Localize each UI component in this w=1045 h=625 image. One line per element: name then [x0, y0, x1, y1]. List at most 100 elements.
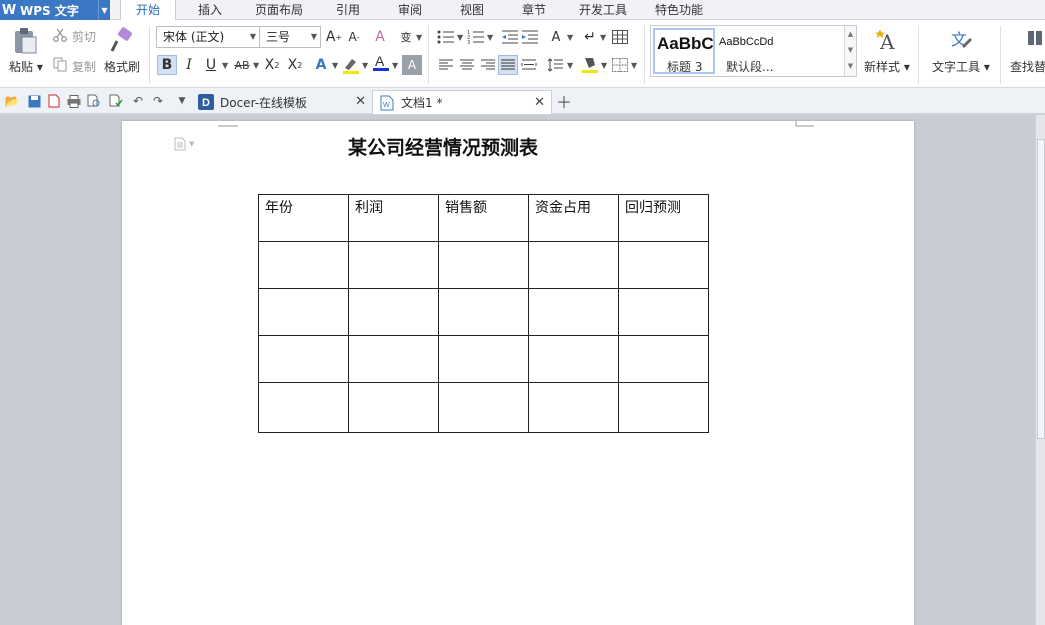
- table-cell[interactable]: [438, 288, 529, 336]
- chevron-down-icon[interactable]: ▼: [601, 61, 607, 70]
- table-icon[interactable]: [610, 27, 630, 47]
- document-menu-icon[interactable]: ▼: [174, 137, 198, 151]
- style-gallery-scroll[interactable]: ▲ ▼ ▼: [844, 26, 856, 76]
- close-icon[interactable]: ✕: [355, 94, 366, 109]
- copy-icon[interactable]: [52, 56, 68, 72]
- table-cell[interactable]: [258, 288, 349, 336]
- chevron-down-icon[interactable]: ▼: [631, 61, 637, 70]
- shading-icon[interactable]: [580, 54, 600, 74]
- table-cell[interactable]: [258, 382, 349, 433]
- line-spacing-icon[interactable]: [546, 55, 566, 75]
- copy-button[interactable]: 复制: [72, 58, 96, 75]
- spell-check-icon[interactable]: [108, 93, 124, 109]
- scissors-icon[interactable]: [52, 27, 68, 43]
- tab-review[interactable]: 审阅: [384, 0, 436, 20]
- chevron-down-icon[interactable]: ▼: [392, 61, 398, 70]
- chevron-down-icon[interactable]: ▼: [98, 0, 110, 20]
- tab-docer-templates[interactable]: D Docer-在线模板 ✕: [192, 90, 372, 114]
- table-cell[interactable]: [618, 241, 709, 289]
- increase-font-icon[interactable]: A +: [324, 27, 344, 47]
- table-cell[interactable]: [528, 241, 619, 289]
- scrollbar-thumb[interactable]: [1037, 139, 1045, 439]
- chevron-down-icon[interactable]: ▼: [845, 42, 856, 58]
- table-cell[interactable]: [618, 335, 709, 383]
- wps-app-button[interactable]: W WPS 文字 ▼: [0, 0, 110, 20]
- cut-button[interactable]: 剪切: [72, 28, 96, 45]
- table-cell[interactable]: [258, 335, 349, 383]
- decrease-indent-icon[interactable]: [500, 27, 520, 47]
- tab-view[interactable]: 视图: [446, 0, 498, 20]
- clear-format-icon[interactable]: A: [370, 27, 390, 47]
- increase-indent-icon[interactable]: [520, 27, 540, 47]
- format-painter-icon[interactable]: [108, 26, 136, 54]
- distribute-icon[interactable]: [519, 55, 539, 75]
- new-tab-plus-icon[interactable]: ＋: [556, 93, 572, 112]
- table-cell[interactable]: [618, 382, 709, 433]
- table-cell[interactable]: [348, 288, 439, 336]
- chevron-down-icon[interactable]: ▼: [487, 33, 493, 42]
- tab-page-layout[interactable]: 页面布局: [248, 0, 310, 20]
- chevron-down-icon[interactable]: ▼: [253, 61, 259, 70]
- customize-toolbar-icon[interactable]: ▼: [174, 93, 190, 109]
- print-icon[interactable]: [66, 93, 82, 109]
- header-cell-regression[interactable]: 回归预测: [618, 194, 709, 242]
- table-cell[interactable]: [438, 335, 529, 383]
- font-color-icon[interactable]: A: [371, 53, 391, 73]
- tab-features[interactable]: 特色功能: [646, 0, 712, 20]
- document-page[interactable]: ▼ 某公司经营情况预测表 年份 利润 销售额 资金占用 回归预测: [122, 121, 914, 625]
- table-cell[interactable]: [258, 241, 349, 289]
- tab-developer[interactable]: 开发工具: [570, 0, 636, 20]
- undo-icon[interactable]: ↶: [130, 93, 146, 109]
- char-shading-icon[interactable]: A: [402, 55, 422, 75]
- forecast-table[interactable]: 年份 利润 销售额 资金占用 回归预测: [258, 194, 709, 433]
- decrease-font-icon[interactable]: A-: [344, 27, 364, 47]
- chevron-down-icon[interactable]: ▼: [362, 61, 368, 70]
- justify-icon[interactable]: [498, 55, 518, 75]
- chevron-up-icon[interactable]: ▲: [845, 26, 856, 42]
- document-title[interactable]: 某公司经营情况预测表: [348, 133, 538, 160]
- paste-icon[interactable]: [10, 26, 40, 56]
- font-name-select[interactable]: 宋体 (正文) ▼: [156, 26, 260, 48]
- redo-icon[interactable]: ↷: [150, 93, 166, 109]
- new-style-button[interactable]: 新样式 ▾: [864, 58, 910, 75]
- font-size-select[interactable]: 三号 ▼: [259, 26, 321, 48]
- export-pdf-icon[interactable]: [46, 93, 62, 109]
- chevron-down-icon[interactable]: ▼: [222, 61, 228, 70]
- chevron-down-icon[interactable]: ▼: [600, 33, 606, 42]
- format-painter-button[interactable]: 格式刷: [104, 58, 140, 75]
- table-cell[interactable]: [438, 241, 529, 289]
- tab-references[interactable]: 引用: [322, 0, 374, 20]
- superscript-icon[interactable]: X2: [262, 55, 282, 75]
- underline-icon[interactable]: U: [201, 55, 221, 75]
- phonetic-guide-icon[interactable]: 变: [396, 27, 416, 47]
- tab-insert[interactable]: 插入: [182, 0, 238, 20]
- table-cell[interactable]: [348, 382, 439, 433]
- chevron-down-icon[interactable]: ▼: [567, 61, 573, 70]
- subscript-icon[interactable]: X2: [285, 55, 305, 75]
- table-cell[interactable]: [618, 288, 709, 336]
- align-center-icon[interactable]: [457, 55, 477, 75]
- open-folder-icon[interactable]: 📂: [4, 93, 20, 109]
- vertical-scrollbar[interactable]: [1035, 115, 1045, 625]
- align-right-icon[interactable]: [478, 55, 498, 75]
- new-style-icon[interactable]: A: [874, 26, 902, 54]
- header-cell-sales[interactable]: 销售额: [438, 194, 529, 242]
- border-icon[interactable]: [610, 55, 630, 75]
- strikethrough-icon[interactable]: AB: [232, 55, 252, 75]
- expand-icon[interactable]: ▼: [845, 58, 856, 74]
- text-effect-icon[interactable]: A: [311, 55, 331, 75]
- align-left-icon[interactable]: [436, 55, 456, 75]
- style-heading3[interactable]: AaBbC 标题 3: [653, 28, 715, 74]
- bullet-list-icon[interactable]: [436, 27, 456, 47]
- highlight-icon[interactable]: [341, 55, 361, 75]
- table-cell[interactable]: [348, 335, 439, 383]
- header-cell-year[interactable]: 年份: [258, 194, 349, 242]
- paragraph-mark-icon[interactable]: ↵: [580, 27, 600, 47]
- italic-icon[interactable]: I: [179, 55, 199, 75]
- tab-document1[interactable]: W 文档1 * ✕: [372, 90, 552, 114]
- header-cell-profit[interactable]: 利润: [348, 194, 439, 242]
- numbered-list-icon[interactable]: 123: [466, 27, 486, 47]
- tab-home[interactable]: 开始: [120, 0, 176, 21]
- text-tools-button[interactable]: 文字工具 ▾: [932, 58, 990, 75]
- table-cell[interactable]: [528, 335, 619, 383]
